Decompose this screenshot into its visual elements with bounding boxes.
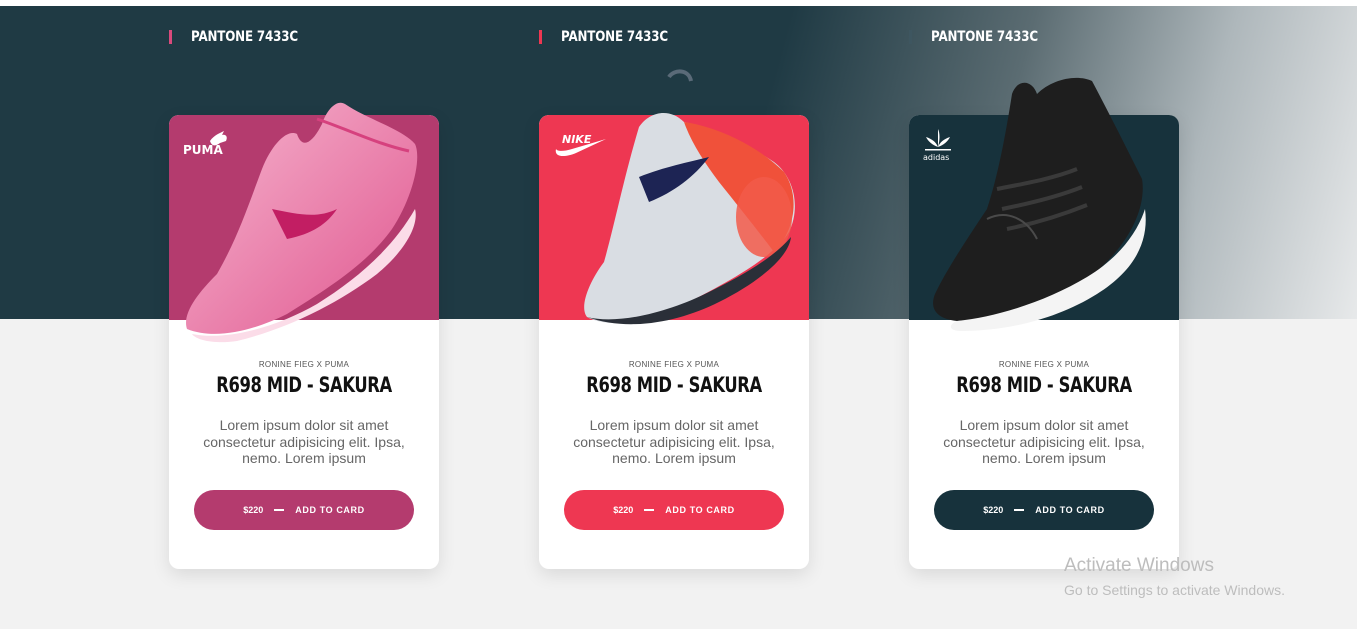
pantone-bar — [169, 30, 172, 44]
product-subtitle: RONINE FIEG X PUMA — [998, 360, 1090, 369]
product-description: Lorem ipsum dolor sit amet consectetur a… — [943, 417, 1145, 466]
pantone-heading-2: PANTONE 7433C — [539, 28, 687, 46]
pantone-label: PANTONE 7433C — [191, 29, 298, 45]
product-title: R698 MID - SAKURA — [956, 373, 1132, 397]
product-title: R698 MID - SAKURA — [216, 373, 392, 397]
button-label: ADD TO CARD — [295, 505, 365, 515]
shoe-image-red — [584, 69, 795, 325]
price-label: $220 — [613, 505, 634, 515]
product-title: R698 MID - SAKURA — [586, 373, 762, 397]
product-description: Lorem ipsum dolor sit amet consectetur a… — [203, 417, 405, 466]
pantone-bar — [539, 30, 542, 44]
product-subtitle: RONINE FIEG X PUMA — [628, 360, 720, 369]
product-card-nike: NIKE RONINE FIEG X PUMA R698 MID - SAKUR… — [539, 69, 809, 569]
separator-dash — [1014, 509, 1025, 511]
add-to-card-button[interactable]: $220 ADD TO CARD — [194, 490, 414, 530]
product-subtitle: RONINE FIEG X PUMA — [258, 360, 350, 369]
watermark-title: Activate Windows — [1064, 555, 1214, 576]
add-to-card-button[interactable]: $220 ADD TO CARD — [564, 490, 784, 530]
shoe-image-black — [933, 77, 1146, 331]
pantone-heading-3: PANTONE 7433C — [909, 28, 1057, 46]
price-label: $220 — [243, 505, 264, 515]
product-description: Lorem ipsum dolor sit amet consectetur a… — [573, 417, 775, 466]
product-card-adidas: adidas RONINE FIEG X PUMA R698 MID - SAK… — [909, 77, 1179, 569]
activate-windows-watermark: Activate Windows Go to Settings to activ… — [1064, 555, 1285, 598]
shoe-image-pink — [186, 102, 418, 343]
separator-dash — [274, 509, 285, 511]
watermark-subtitle: Go to Settings to activate Windows. — [1064, 582, 1285, 598]
pantone-label: PANTONE 7433C — [561, 29, 668, 45]
product-card-puma: PUMA RONINE FIEG X PUMA R698 MID - SAKUR… — [169, 102, 439, 569]
button-label: ADD TO CARD — [665, 505, 735, 515]
button-label: ADD TO CARD — [1035, 505, 1105, 515]
pantone-label: PANTONE 7433C — [931, 29, 1038, 45]
pantone-bar — [909, 30, 912, 44]
separator-dash — [644, 509, 655, 511]
pantone-heading-1: PANTONE 7433C — [169, 28, 317, 46]
price-label: $220 — [983, 505, 1004, 515]
add-to-card-button[interactable]: $220 ADD TO CARD — [934, 490, 1154, 530]
